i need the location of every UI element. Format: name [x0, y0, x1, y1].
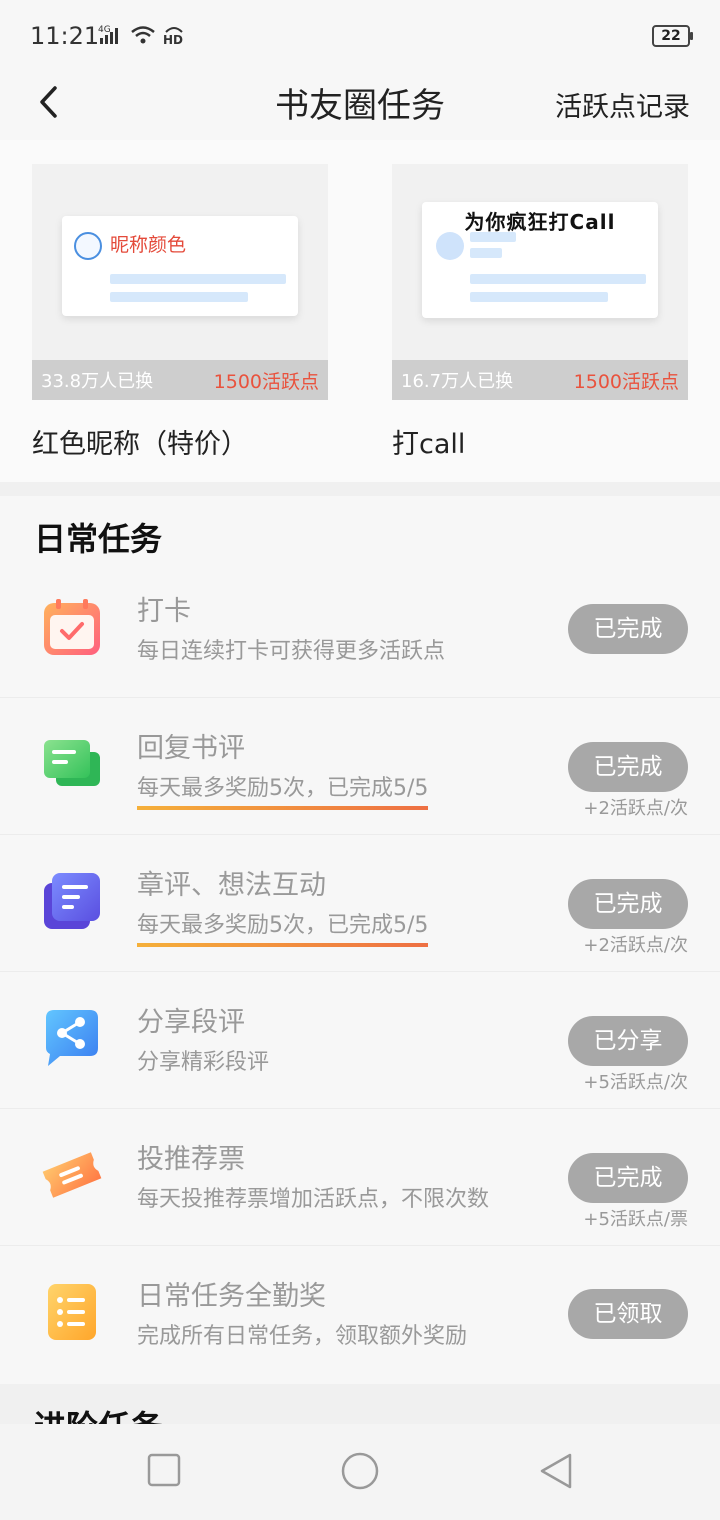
- task-name: 回复书评: [137, 733, 245, 764]
- reward-text: +5活跃点/次: [583, 1072, 688, 1093]
- recent-apps-icon[interactable]: [146, 1452, 182, 1488]
- chat-bubble-icon: [44, 740, 100, 786]
- document-icon: [44, 873, 100, 929]
- placeholder-line: [470, 232, 516, 242]
- task-item-share-comment: 分享段评 分享精彩段评 已分享 +5活跃点/次: [0, 972, 720, 1109]
- placeholder-line: [110, 292, 248, 302]
- shop-card-call[interactable]: 为你疯狂打Call 16.7万人已换 1500活跃点 打call: [392, 164, 688, 461]
- card-title: 打call: [392, 429, 466, 460]
- task-desc: 完成所有日常任务，领取额外奖励: [137, 1324, 468, 1349]
- call-banner: 为你疯狂打Call: [464, 210, 616, 234]
- system-nav-bar: [0, 1424, 720, 1520]
- section-title: 进阶任务: [34, 1402, 162, 1424]
- reward-text: +2活跃点/次: [583, 798, 688, 819]
- card-title: 红色昵称（特价）: [32, 429, 248, 460]
- task-item-checkin: 打卡 每日连续打卡可获得更多活跃点 已完成: [0, 561, 720, 698]
- task-status-button[interactable]: 已领取: [568, 1289, 688, 1339]
- svg-text:HD: HD: [163, 33, 183, 46]
- advanced-tasks-section: 进阶任务: [0, 1384, 720, 1424]
- card-meta: 16.7万人已换 1500活跃点: [392, 360, 688, 400]
- hd-icon: HD: [163, 27, 183, 46]
- calendar-check-icon: [44, 599, 100, 655]
- svg-text:4G: 4G: [98, 25, 111, 35]
- task-status-button[interactable]: 已完成: [568, 742, 688, 792]
- task-list: 打卡 每日连续打卡可获得更多活跃点 已完成 回复书评 每天最多奖励5次，已完成5…: [0, 561, 720, 1383]
- ticket-icon: [42, 1152, 102, 1198]
- task-status-button[interactable]: 已完成: [568, 1153, 688, 1203]
- task-name: 投推荐票: [137, 1144, 245, 1175]
- daily-tasks-section: 日常任务 打卡 每日连续打卡可获得更多活跃点 已完成 回复书评 每天最多奖励5次…: [0, 496, 720, 1384]
- status-bar: 11:21 4G HD 22: [0, 0, 720, 70]
- back-nav-icon[interactable]: [538, 1451, 574, 1491]
- call-preview: 为你疯狂打Call: [422, 202, 658, 318]
- card-thumbnail: 昵称颜色 33.8万人已换 1500活跃点: [32, 164, 328, 400]
- exchange-count: 16.7万人已换: [401, 371, 514, 392]
- home-icon[interactable]: [340, 1451, 380, 1491]
- task-item-full-attendance: 日常任务全勤奖 完成所有日常任务，领取额外奖励 已领取: [0, 1246, 720, 1383]
- status-icons: 4G HD: [98, 24, 186, 46]
- reward-text: +2活跃点/次: [583, 935, 688, 956]
- nickname-preview-label: 昵称颜色: [110, 234, 187, 256]
- share-icon: [46, 1010, 98, 1066]
- task-item-chapter-comment: 章评、想法互动 每天最多奖励5次，已完成5/5 已完成 +2活跃点/次: [0, 835, 720, 972]
- status-time: 11:21: [30, 22, 100, 50]
- task-desc: 每日连续打卡可获得更多活跃点: [137, 639, 446, 664]
- task-desc: 每天最多奖励5次，已完成5/5: [137, 907, 429, 947]
- task-status-button[interactable]: 已完成: [568, 604, 688, 654]
- task-status-button[interactable]: 已完成: [568, 879, 688, 929]
- placeholder-line: [470, 248, 502, 258]
- price-label: 1500活跃点: [213, 370, 319, 393]
- shop-card-red-nickname[interactable]: 昵称颜色 33.8万人已换 1500活跃点 红色昵称（特价）: [32, 164, 328, 461]
- battery-indicator: 22: [652, 25, 693, 47]
- section-divider: [0, 482, 720, 496]
- avatar-icon: [74, 232, 102, 260]
- task-desc: 每天投推荐票增加活跃点，不限次数: [137, 1187, 490, 1212]
- placeholder-line: [110, 274, 286, 284]
- task-item-recommend-vote: 投推荐票 每天投推荐票增加活跃点，不限次数 已完成 +5活跃点/票: [0, 1109, 720, 1246]
- task-item-reply-review: 回复书评 每天最多奖励5次，已完成5/5 已完成 +2活跃点/次: [0, 698, 720, 835]
- avatar-icon: [436, 232, 464, 260]
- card-thumbnail: 为你疯狂打Call 16.7万人已换 1500活跃点: [392, 164, 688, 400]
- list-icon: [48, 1284, 96, 1340]
- task-desc: 每天最多奖励5次，已完成5/5: [137, 770, 429, 810]
- task-name: 打卡: [137, 596, 191, 627]
- wifi-icon: [131, 26, 155, 44]
- card-meta: 33.8万人已换 1500活跃点: [32, 360, 328, 400]
- task-name: 章评、想法互动: [137, 870, 326, 901]
- task-desc: 分享精彩段评: [137, 1050, 270, 1075]
- exchange-shop: 昵称颜色 33.8万人已换 1500活跃点 红色昵称（特价） 为你疯狂打Call…: [0, 140, 720, 482]
- activity-record-link[interactable]: 活跃点记录: [555, 85, 690, 124]
- exchange-count: 33.8万人已换: [41, 371, 154, 392]
- task-status-button[interactable]: 已分享: [568, 1016, 688, 1066]
- section-title: 日常任务: [34, 520, 163, 558]
- task-name: 分享段评: [137, 1007, 245, 1038]
- signal-icon: 4G: [98, 25, 118, 44]
- nickname-preview: 昵称颜色: [62, 216, 298, 316]
- placeholder-line: [470, 274, 646, 284]
- reward-text: +5活跃点/票: [583, 1209, 688, 1230]
- price-label: 1500活跃点: [573, 370, 679, 393]
- task-name: 日常任务全勤奖: [137, 1281, 326, 1312]
- placeholder-line: [470, 292, 608, 302]
- nav-bar: 书友圈任务 活跃点记录: [0, 70, 720, 134]
